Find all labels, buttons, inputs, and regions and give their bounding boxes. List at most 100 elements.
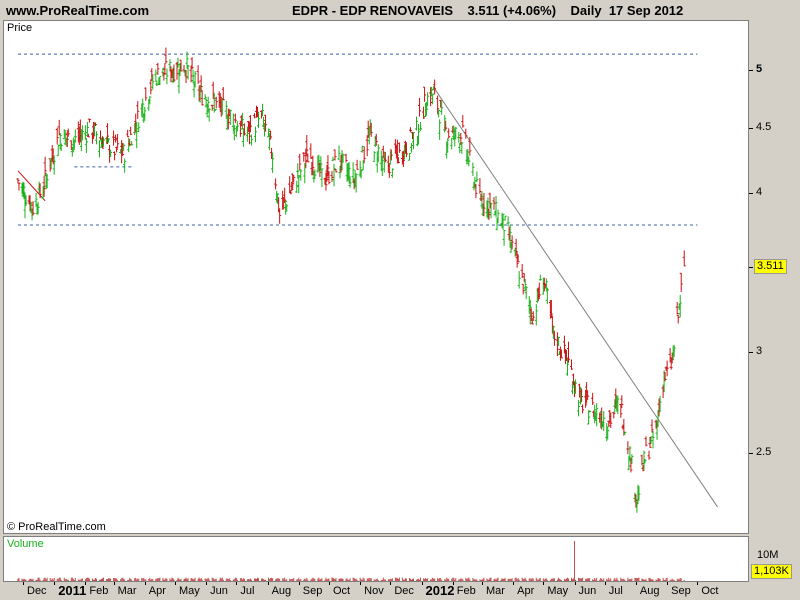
ohlc-bar bbox=[94, 131, 98, 145]
ohlc-bar bbox=[426, 92, 430, 107]
ohlc-bar bbox=[438, 119, 442, 140]
time-axis-label: Apr bbox=[517, 585, 535, 597]
time-axis-tick bbox=[452, 582, 454, 585]
volume-panel[interactable]: Volume bbox=[3, 536, 749, 582]
time-axis-tick bbox=[604, 582, 606, 585]
time-axis-label: Nov bbox=[364, 585, 384, 597]
ohlc-bar bbox=[333, 149, 337, 161]
ohlc-bar bbox=[196, 65, 200, 84]
time-axis-label: 2012 bbox=[425, 583, 455, 598]
ohlc-bar bbox=[112, 130, 116, 146]
ohlc-bar bbox=[407, 152, 411, 161]
ohlc-bar bbox=[84, 137, 88, 153]
volume-scale-label: 10M bbox=[757, 549, 779, 561]
price-axis-label: 2.5 bbox=[756, 445, 772, 458]
time-axis-label: Oct bbox=[701, 585, 719, 597]
ohlc-bar bbox=[332, 163, 336, 187]
ohlc-bar bbox=[650, 419, 654, 433]
ohlc-bar bbox=[651, 430, 655, 449]
price-axis-tick bbox=[749, 351, 753, 353]
ohlc-bar bbox=[97, 140, 101, 158]
price-axis-label: 4 bbox=[756, 185, 763, 198]
time-axis-label: Jun bbox=[578, 585, 597, 597]
price-panel[interactable]: Price © ProRealTime.com bbox=[3, 20, 749, 534]
time-axis-tick bbox=[667, 582, 669, 585]
ohlc-bar bbox=[471, 162, 475, 177]
ohlc-bar bbox=[409, 143, 413, 153]
ohlc-bar bbox=[123, 158, 127, 173]
time-axis-tick bbox=[421, 582, 423, 585]
ohlc-bar bbox=[136, 101, 140, 119]
last-price-tag: 3.511 bbox=[754, 259, 787, 274]
time-axis-tick bbox=[481, 582, 483, 585]
ohlc-bar bbox=[422, 106, 426, 119]
time-axis-label: Apr bbox=[148, 585, 166, 597]
ohlc-bar bbox=[154, 69, 158, 82]
time-axis: Dec 2011 Feb Mar Apr May Jun Jul Aug Sep Oct Nov Dec… bbox=[0, 582, 750, 600]
ohlc-bar bbox=[55, 127, 59, 145]
price-panel-label: Price bbox=[7, 22, 33, 34]
time-axis-tick bbox=[543, 582, 545, 585]
time-axis-tick bbox=[390, 582, 392, 585]
time-axis-tick bbox=[85, 582, 87, 585]
time-axis-tick bbox=[144, 582, 146, 585]
ohlc-bar bbox=[330, 171, 334, 182]
ohlc-bar bbox=[503, 215, 507, 221]
ohlc-bar bbox=[298, 153, 302, 171]
ohlc-bar bbox=[137, 122, 141, 133]
ohlc-bar bbox=[365, 135, 369, 157]
chart-title: EDPR - EDP RENOVAVEIS 3.511 (+4.06%) Dai… bbox=[292, 3, 684, 18]
ohlc-bar bbox=[57, 119, 61, 136]
trend-line bbox=[433, 87, 718, 508]
ohlc-bar bbox=[447, 128, 451, 139]
ohlc-bar bbox=[675, 302, 679, 315]
ohlc-bar bbox=[478, 178, 482, 194]
ohlc-bar bbox=[210, 104, 214, 111]
time-axis-label: Dec bbox=[394, 585, 414, 597]
ohlc-bar bbox=[419, 122, 423, 131]
time-axis-label: Sep bbox=[671, 585, 691, 597]
price-axis: 2.5 3 4 4.5 5 bbox=[749, 20, 800, 534]
ohlc-bar bbox=[252, 113, 256, 119]
time-axis-label: 2011 bbox=[58, 583, 87, 598]
ohlc-bar bbox=[193, 71, 197, 88]
copyright-text: © ProRealTime.com bbox=[7, 521, 106, 533]
price-axis-tick bbox=[749, 127, 753, 129]
ohlc-bar bbox=[334, 168, 338, 173]
ohlc-bar bbox=[423, 86, 427, 102]
ohlc-bar bbox=[591, 392, 595, 405]
ohlc-bar bbox=[344, 153, 348, 163]
ohlc-bar bbox=[87, 118, 91, 123]
ohlc-bar bbox=[320, 168, 324, 188]
ohlc-bar bbox=[278, 208, 282, 224]
ohlc-bar bbox=[647, 450, 651, 460]
ohlc-bar bbox=[274, 178, 278, 190]
price-chart bbox=[16, 47, 718, 513]
ohlc-bar bbox=[165, 68, 169, 85]
ohlc-bar bbox=[502, 230, 506, 246]
time-axis-tick bbox=[298, 582, 300, 585]
chart-header: www.ProRealTime.com EDPR - EDP RENOVAVEI… bbox=[0, 0, 800, 20]
time-axis-label: Mar bbox=[485, 585, 505, 597]
time-axis-tick bbox=[54, 582, 56, 585]
site-name[interactable]: www.ProRealTime.com bbox=[6, 3, 149, 18]
time-axis-tick bbox=[23, 582, 24, 585]
ohlc-bar bbox=[331, 156, 335, 162]
ohlc-bar bbox=[517, 271, 521, 289]
ohlc-bar bbox=[679, 272, 683, 292]
time-axis-tick bbox=[113, 582, 115, 585]
time-axis-label: May bbox=[547, 585, 569, 597]
price-axis-tick bbox=[749, 266, 753, 268]
ohlc-bar bbox=[520, 263, 524, 278]
ohlc-bar bbox=[116, 134, 120, 149]
ohlc-bar bbox=[581, 404, 585, 414]
time-axis-label: Mar bbox=[117, 585, 137, 597]
ohlc-bar bbox=[200, 90, 204, 106]
ohlc-bar bbox=[461, 115, 465, 128]
time-axis-tick bbox=[360, 582, 362, 585]
ohlc-bar bbox=[360, 145, 364, 153]
time-axis-tick bbox=[513, 582, 515, 585]
time-axis-label: Oct bbox=[332, 585, 351, 597]
ohlc-bar bbox=[612, 411, 616, 419]
price-axis-tick bbox=[749, 69, 753, 71]
